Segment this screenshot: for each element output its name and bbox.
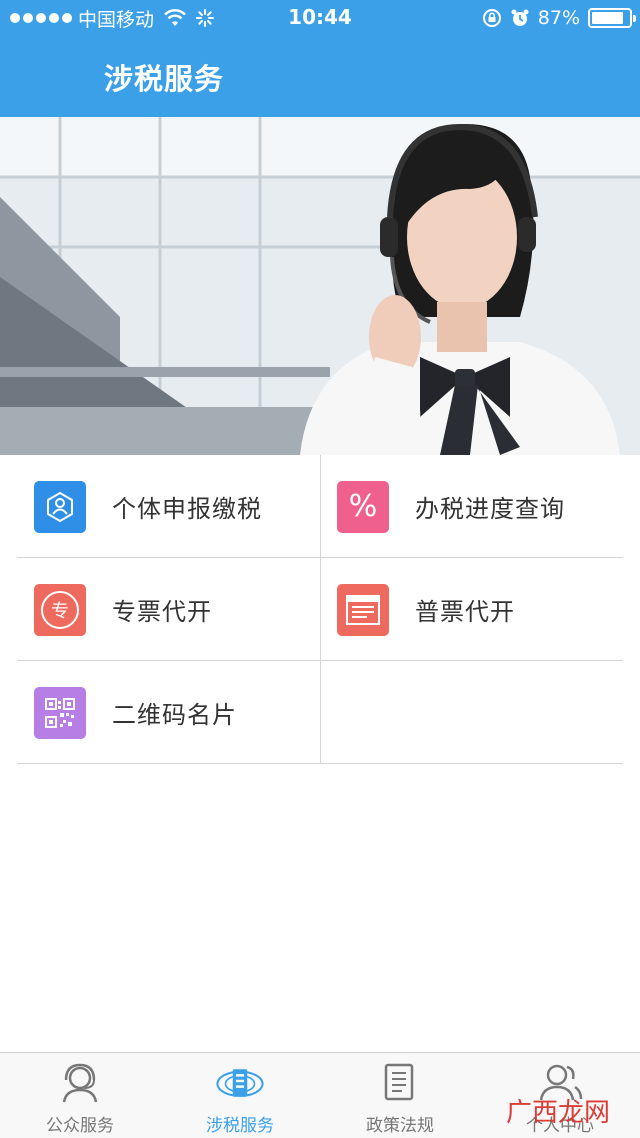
qrcode-icon	[34, 686, 86, 739]
service-label: 普票代开	[415, 598, 515, 626]
special-invoice-glyph: 专	[51, 600, 69, 622]
service-label: 个体申报缴税	[112, 495, 262, 523]
status-bar: 中国移动 10:44 87%	[0, 0, 640, 38]
status-right: 87%	[482, 6, 636, 30]
service-item-progress-query[interactable]: % 办税进度查询	[320, 455, 623, 558]
service-item-normal-invoice[interactable]: 普票代开	[320, 558, 623, 661]
percent-icon: %	[337, 480, 389, 533]
person-declare-icon	[34, 480, 86, 533]
tab-label: 公众服务	[46, 1116, 114, 1136]
special-invoice-badge: 专	[41, 590, 79, 629]
service-item-qrcode-card[interactable]: 二维码名片	[17, 661, 320, 764]
tab-tax-service[interactable]: 涉税服务	[160, 1053, 320, 1138]
battery-icon	[588, 8, 636, 28]
special-invoice-icon: 专	[34, 583, 86, 636]
service-grid: 个体申报缴税 % 办税进度查询 专 专票代开 普票代开 二维码名片	[17, 455, 623, 764]
rotation-lock-icon	[482, 9, 501, 27]
battery-percent: 87%	[537, 7, 580, 29]
battery-fill	[592, 12, 624, 24]
customer-service-illustration	[0, 117, 640, 455]
service-item-individual-declare[interactable]: 个体申报缴税	[17, 455, 320, 558]
banner-image[interactable]	[0, 117, 640, 455]
service-label: 二维码名片	[112, 701, 237, 729]
service-label: 专票代开	[112, 598, 212, 626]
document-icon	[375, 1061, 425, 1105]
tab-label: 政策法规	[366, 1116, 434, 1136]
tab-label: 涉税服务	[206, 1116, 274, 1136]
service-item-special-invoice[interactable]: 专 专票代开	[17, 558, 320, 661]
tab-policy-regulations[interactable]: 政策法规	[320, 1053, 480, 1138]
tax-emblem-icon	[215, 1061, 265, 1105]
percent-glyph: %	[348, 489, 378, 524]
watermark-text: 广西龙网	[505, 1098, 610, 1128]
service-label: 办税进度查询	[415, 495, 565, 523]
invoice-icon	[337, 583, 389, 636]
page-title: 涉税服务	[104, 62, 225, 96]
headset-user-icon	[55, 1061, 105, 1105]
tab-public-service[interactable]: 公众服务	[0, 1053, 160, 1138]
alarm-icon	[511, 9, 529, 26]
header-bar: 中国移动 10:44 87% 涉税服务	[0, 0, 640, 117]
